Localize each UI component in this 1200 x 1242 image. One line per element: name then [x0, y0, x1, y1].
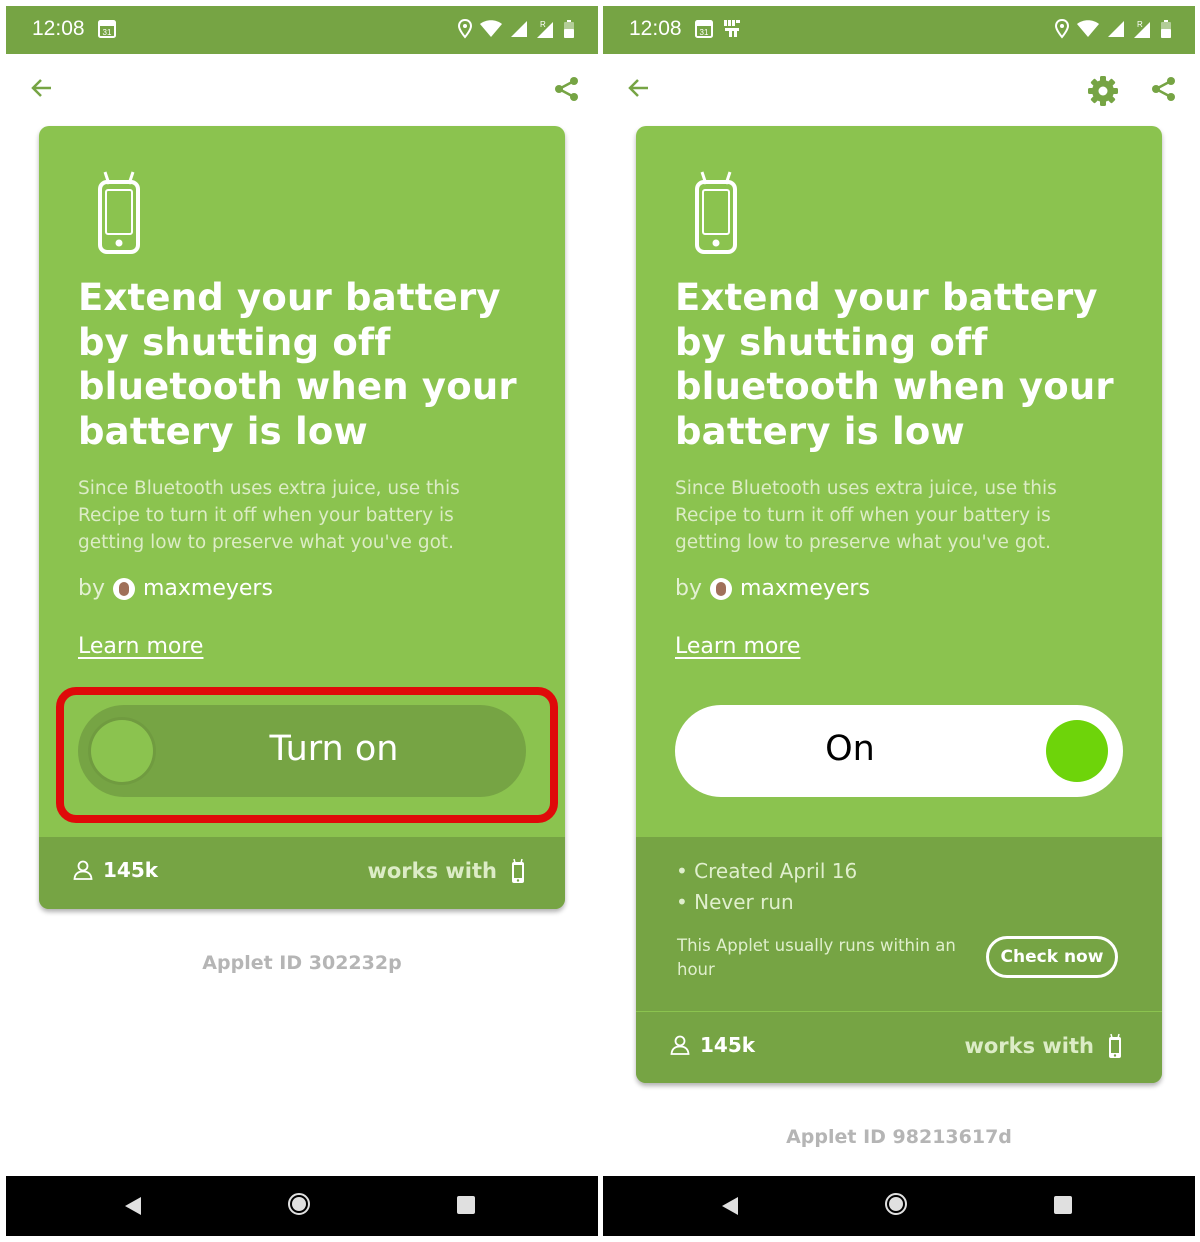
nav-home-icon[interactable]	[288, 1193, 310, 1215]
nav-recents-icon[interactable]	[1054, 1196, 1072, 1214]
toggle-label: On	[825, 729, 875, 769]
user-icon	[73, 860, 93, 880]
on-toggle[interactable]: On	[675, 705, 1123, 797]
svg-text:R: R	[1137, 20, 1143, 29]
applet-description: Since Bluetooth uses extra juice, use th…	[78, 478, 460, 553]
check-now-button[interactable]: Check now	[986, 936, 1118, 978]
location-icon	[1055, 19, 1069, 39]
applet-id: Applet ID 98213617d	[786, 1126, 1012, 1148]
calendar-icon: 31	[695, 20, 713, 38]
applet-title: Extend your battery by shutting off blue…	[78, 276, 517, 453]
nav-home-icon[interactable]	[885, 1193, 907, 1215]
applet-card: Extend your battery by shutting off blue…	[636, 126, 1162, 1083]
author-name[interactable]: maxmeyers	[143, 574, 273, 604]
users-count: 145k	[670, 1033, 755, 1057]
users-count-value: 145k	[103, 858, 159, 882]
author-byline: by maxmeyers	[78, 574, 273, 604]
back-arrow-icon[interactable]	[30, 76, 54, 100]
run-frequency-note: This Applet usually runs within an hour	[677, 936, 956, 979]
android-device-icon	[1109, 1033, 1121, 1058]
author-byline: by maxmeyers	[675, 574, 870, 604]
toggle-knob	[1046, 720, 1108, 782]
works-with-label: works with	[964, 1034, 1094, 1058]
by-label: by	[78, 576, 105, 601]
app-bar	[6, 54, 598, 126]
stats-band: 145k works with	[39, 837, 565, 909]
highlight-annotation	[56, 687, 558, 823]
battery-icon	[564, 20, 574, 38]
calendar-day: 31	[700, 28, 709, 37]
navigation-bar	[6, 1176, 598, 1236]
applet-details: • Created April 16 • Never run This Appl…	[636, 837, 1162, 1011]
author-avatar	[112, 578, 135, 600]
applet-title: Extend your battery by shutting off blue…	[675, 276, 1114, 453]
back-arrow-icon[interactable]	[627, 76, 651, 100]
share-icon[interactable]	[554, 76, 580, 102]
status-bar: 12:08 31 R	[6, 6, 598, 54]
user-icon	[670, 1035, 690, 1055]
location-icon	[458, 19, 472, 39]
nav-back-icon[interactable]	[721, 1196, 739, 1216]
phone-screen-right: 12:08 31 R Extend your battery by shutti…	[603, 6, 1195, 1236]
run-status: • Never run	[676, 890, 794, 914]
ifttt-icon	[724, 20, 740, 37]
calendar-icon: 31	[98, 20, 116, 38]
status-time: 12:08	[32, 17, 85, 40]
status-time: 12:08	[629, 17, 682, 40]
author-avatar	[709, 578, 732, 600]
wifi-icon	[480, 20, 502, 37]
nav-recents-icon[interactable]	[457, 1196, 475, 1214]
status-bar: 12:08 31 R	[603, 6, 1195, 54]
phone-screen-left: 12:08 31 R Extend your battery by shutti…	[6, 6, 598, 1236]
wifi-icon	[1077, 20, 1099, 37]
share-icon[interactable]	[1151, 76, 1177, 102]
signal-icon	[1108, 21, 1124, 37]
roaming-signal-icon: R	[1134, 20, 1150, 38]
applet-description: Since Bluetooth uses extra juice, use th…	[675, 478, 1057, 553]
signal-icon	[511, 21, 527, 37]
svg-text:R: R	[540, 20, 546, 29]
app-bar	[603, 54, 1195, 126]
stats-band: 145k works with	[636, 1011, 1162, 1083]
navigation-bar	[603, 1176, 1195, 1236]
nav-back-icon[interactable]	[124, 1196, 142, 1216]
applet-id: Applet ID 302232p	[202, 952, 402, 974]
author-name[interactable]: maxmeyers	[740, 574, 870, 604]
roaming-signal-icon: R	[537, 20, 553, 38]
works-with: works with	[367, 858, 525, 884]
works-with-label: works with	[367, 859, 497, 883]
android-phone-icon	[98, 171, 140, 254]
android-phone-icon	[695, 171, 737, 254]
android-device-icon	[512, 858, 524, 883]
learn-more-link[interactable]: Learn more	[675, 634, 800, 659]
learn-more-link[interactable]: Learn more	[78, 634, 203, 659]
battery-icon	[1161, 20, 1171, 38]
gear-icon[interactable]	[1087, 75, 1119, 107]
calendar-day: 31	[103, 28, 112, 37]
created-date: • Created April 16	[676, 859, 858, 883]
users-count-value: 145k	[700, 1033, 756, 1057]
users-count: 145k	[73, 858, 158, 882]
by-label: by	[675, 576, 702, 601]
works-with: works with	[964, 1033, 1122, 1059]
applet-card: Extend your battery by shutting off blue…	[39, 126, 565, 909]
